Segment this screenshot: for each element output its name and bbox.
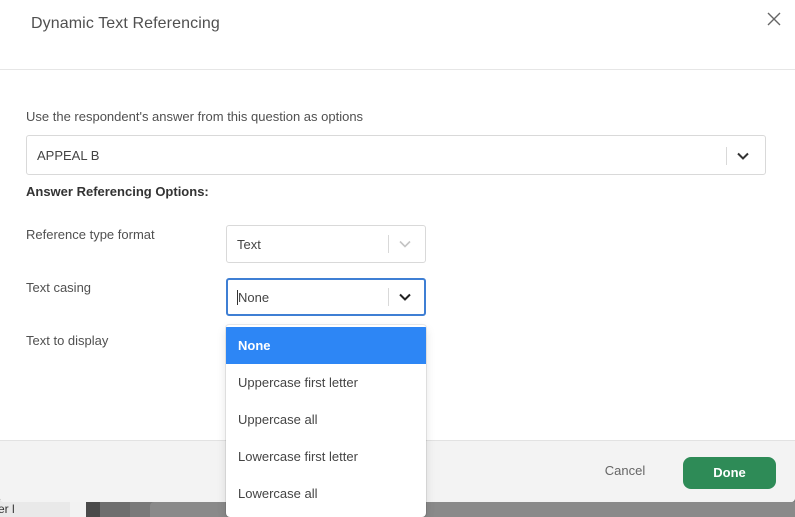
background-text: er l — [0, 502, 15, 516]
chevron-down-icon[interactable] — [398, 237, 412, 256]
text-casing-select[interactable]: None — [226, 278, 426, 316]
background-panel — [70, 500, 86, 517]
reference-type-value: Text — [237, 237, 261, 252]
dialog-title: Dynamic Text Referencing — [31, 15, 220, 32]
dropdown-option-none[interactable]: None — [226, 327, 426, 364]
source-question-label: Use the respondent's answer from this qu… — [26, 109, 364, 124]
reference-type-label: Reference type format — [26, 227, 155, 242]
dropdown-option-uppercase-all[interactable]: Uppercase all — [226, 401, 426, 438]
background-panel: er l — [0, 500, 70, 517]
dialog-header: Dynamic Text Referencing — [0, 0, 795, 70]
dropdown-option-lowercase-all[interactable]: Lowercase all — [226, 475, 426, 512]
select-separator — [388, 288, 389, 306]
text-to-display-label: Text to display — [26, 333, 109, 348]
text-casing-dropdown-menu: None Uppercase first letter Uppercase al… — [226, 325, 426, 517]
cancel-button[interactable]: Cancel — [590, 463, 660, 485]
close-icon — [767, 12, 781, 26]
chevron-down-icon[interactable] — [736, 149, 750, 168]
background-panel — [100, 500, 130, 517]
done-button[interactable]: Done — [683, 457, 776, 489]
select-separator — [726, 147, 727, 165]
background-panel — [86, 500, 100, 517]
select-separator — [388, 235, 389, 253]
source-question-select[interactable]: APPEAL B — [26, 135, 766, 175]
close-button[interactable] — [764, 9, 784, 29]
text-casing-label: Text casing — [26, 280, 92, 295]
reference-type-select[interactable]: Text — [226, 225, 426, 263]
answer-referencing-options-heading: Answer Referencing Options: — [26, 184, 209, 199]
dropdown-option-lowercase-first-letter[interactable]: Lowercase first letter — [226, 438, 426, 475]
dropdown-option-uppercase-first-letter[interactable]: Uppercase first letter — [226, 364, 426, 401]
source-question-value: APPEAL B — [37, 148, 100, 163]
text-casing-value: None — [237, 290, 270, 305]
chevron-down-icon[interactable] — [398, 290, 412, 309]
